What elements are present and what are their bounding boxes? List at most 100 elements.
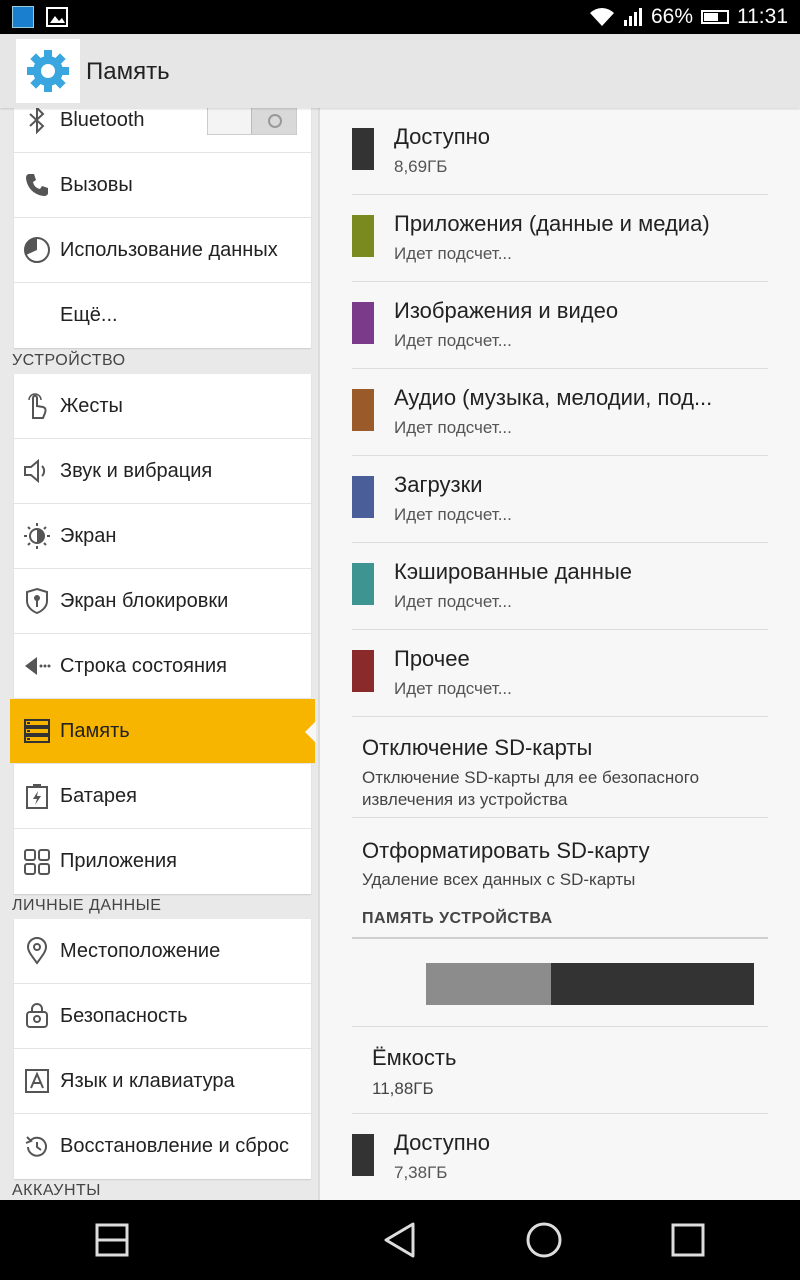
storage-item-available[interactable]: Доступно 8,69ГБ	[352, 108, 768, 195]
sidebar-item-label: Память	[60, 719, 130, 742]
sidebar-item-label: Местоположение	[60, 939, 221, 962]
usage-bar-free	[550, 963, 754, 1005]
storage-item-title: Изображения и видео	[394, 298, 619, 323]
lock-screen-icon	[22, 586, 52, 616]
storage-item-size: Идет подсчет...	[394, 331, 512, 350]
device-storage-available[interactable]: Доступно 7,38ГБ	[352, 1114, 768, 1200]
storage-item-title: Кэшированные данные	[394, 559, 633, 584]
sidebar-item-status-bar[interactable]: Строка состояния	[14, 634, 311, 699]
unmount-sd-option[interactable]: Отключение SD-карты Отключение SD-карты …	[352, 717, 768, 818]
back-button-icon[interactable]	[380, 1220, 420, 1260]
sidebar-item-label: Восстановление и сброс	[60, 1135, 289, 1157]
battery-icon	[22, 781, 52, 811]
sidebar-item-restore[interactable]: Восстановление и сброс	[14, 1114, 311, 1179]
sidebar-item-label: Батарея	[60, 784, 137, 807]
section-header-personal: ЛИЧНЫЕ ДАННЫЕ	[12, 897, 162, 914]
settings-sidebar[interactable]: Bluetooth Вызовы Использование данных Ещ…	[0, 108, 318, 1200]
storage-item-apps[interactable]: Приложения (данные и медиа) Идет подсчет…	[352, 195, 768, 282]
color-swatch	[352, 476, 374, 518]
image-notification-icon	[46, 7, 68, 27]
sidebar-item-storage[interactable]: Память	[10, 699, 316, 764]
phone-icon	[22, 170, 52, 200]
option-title: Отключение SD-карты	[362, 735, 593, 760]
usage-bar-used	[426, 963, 551, 1005]
sidebar-item-language[interactable]: Язык и клавиатура	[14, 1049, 311, 1114]
selection-indicator	[305, 721, 316, 743]
capacity-title: Ёмкость	[372, 1045, 457, 1070]
color-swatch	[352, 302, 374, 344]
sidebar-item-label: Экран	[60, 524, 117, 547]
storage-item-title: Аудио (музыка, мелодии, под...	[394, 385, 713, 410]
brightness-icon	[22, 521, 52, 551]
menu-button-icon[interactable]	[92, 1220, 132, 1260]
sidebar-item-lock-screen[interactable]: Экран блокировки	[14, 569, 311, 634]
sidebar-item-label: Bluetooth	[60, 108, 145, 131]
battery-icon	[701, 10, 729, 24]
sidebar-item-display[interactable]: Экран	[14, 504, 311, 569]
sidebar-item-apps[interactable]: Приложения	[14, 829, 311, 894]
sidebar-item-security[interactable]: Безопасность	[14, 984, 311, 1049]
storage-item-other[interactable]: Прочее Идет подсчет...	[352, 630, 768, 717]
section-header-device: УСТРОЙСТВО	[12, 352, 126, 369]
bluetooth-toggle[interactable]	[207, 108, 297, 135]
storage-item-title: Доступно	[394, 124, 491, 149]
storage-item-downloads[interactable]: Загрузки Идет подсчет...	[352, 456, 768, 543]
storage-item-size: 7,38ГБ	[394, 1163, 448, 1182]
signal-icon	[623, 8, 642, 26]
sidebar-item-label: Вызовы	[60, 173, 133, 196]
storage-panel[interactable]: Доступно 8,69ГБ Приложения (данные и мед…	[320, 108, 800, 1200]
language-icon	[22, 1066, 52, 1096]
clock: 11:31	[737, 5, 788, 28]
home-button-icon[interactable]	[524, 1220, 564, 1260]
storage-item-title: Прочее	[394, 646, 470, 671]
wifi-icon	[589, 8, 614, 26]
sidebar-item-calls[interactable]: Вызовы	[14, 153, 311, 218]
storage-usage-bar	[426, 963, 754, 1005]
sidebar-item-label: Жесты	[60, 394, 123, 417]
sidebar-item-location[interactable]: Местоположение	[14, 919, 311, 984]
storage-icon	[22, 716, 52, 746]
storage-item-cached[interactable]: Кэшированные данные Идет подсчет...	[352, 543, 768, 630]
storage-item-title: Загрузки	[394, 472, 483, 497]
sidebar-item-data-usage[interactable]: Использование данных	[14, 218, 311, 283]
status-bar: 66% 11:31	[0, 0, 800, 34]
section-divider	[352, 937, 768, 939]
gear-icon[interactable]	[16, 39, 80, 103]
app-notification-icon	[12, 6, 34, 28]
storage-item-audio[interactable]: Аудио (музыка, мелодии, под... Идет подс…	[352, 369, 768, 456]
sidebar-item-label: Строка состояния	[60, 654, 228, 677]
sidebar-item-sound[interactable]: Звук и вибрация	[14, 439, 311, 504]
apps-icon	[22, 847, 52, 877]
color-swatch	[352, 1134, 374, 1176]
section-header-accounts: АККАУНТЫ	[12, 1182, 101, 1199]
storage-item-size: 8,69ГБ	[394, 157, 448, 176]
storage-item-images-video[interactable]: Изображения и видео Идет подсчет...	[352, 282, 768, 369]
bluetooth-icon	[22, 108, 52, 135]
gesture-icon	[22, 391, 52, 421]
storage-item-size: Идет подсчет...	[394, 592, 512, 611]
option-description: Отключение SD-карты для ее безопасного и…	[362, 768, 700, 809]
sidebar-item-label: Звук и вибрация	[60, 459, 213, 482]
sidebar-item-gestures[interactable]: Жесты	[14, 374, 311, 439]
recents-button-icon[interactable]	[668, 1220, 708, 1260]
sidebar-group-device: Жесты Звук и вибрация Экран Экран блокир…	[10, 374, 316, 894]
data-usage-icon	[22, 235, 52, 265]
color-swatch	[352, 563, 374, 605]
option-title: Отформатировать SD-карту	[362, 838, 650, 863]
capacity-item: Ёмкость 11,88ГБ	[352, 1027, 768, 1114]
color-swatch	[352, 128, 374, 170]
sidebar-item-label: Приложения	[60, 850, 178, 872]
sidebar-group-personal: Местоположение Безопасность Язык и клави…	[14, 919, 311, 1179]
page-title: Память	[86, 58, 170, 85]
format-sd-option[interactable]: Отформатировать SD-карту Удаление всех д…	[352, 818, 768, 902]
sidebar-item-bluetooth[interactable]: Bluetooth	[14, 108, 311, 153]
sidebar-item-more[interactable]: Ещё...	[14, 283, 311, 348]
status-bar-icon	[22, 651, 52, 681]
sidebar-item-label: Безопасность	[60, 1004, 188, 1027]
sidebar-item-label: Ещё...	[60, 304, 118, 326]
action-bar: Память	[0, 34, 800, 108]
storage-item-size: Идет подсчет...	[394, 505, 512, 524]
sidebar-item-battery[interactable]: Батарея	[14, 764, 311, 829]
restore-icon	[22, 1132, 52, 1162]
sidebar-item-label: Язык и клавиатура	[60, 1069, 235, 1092]
